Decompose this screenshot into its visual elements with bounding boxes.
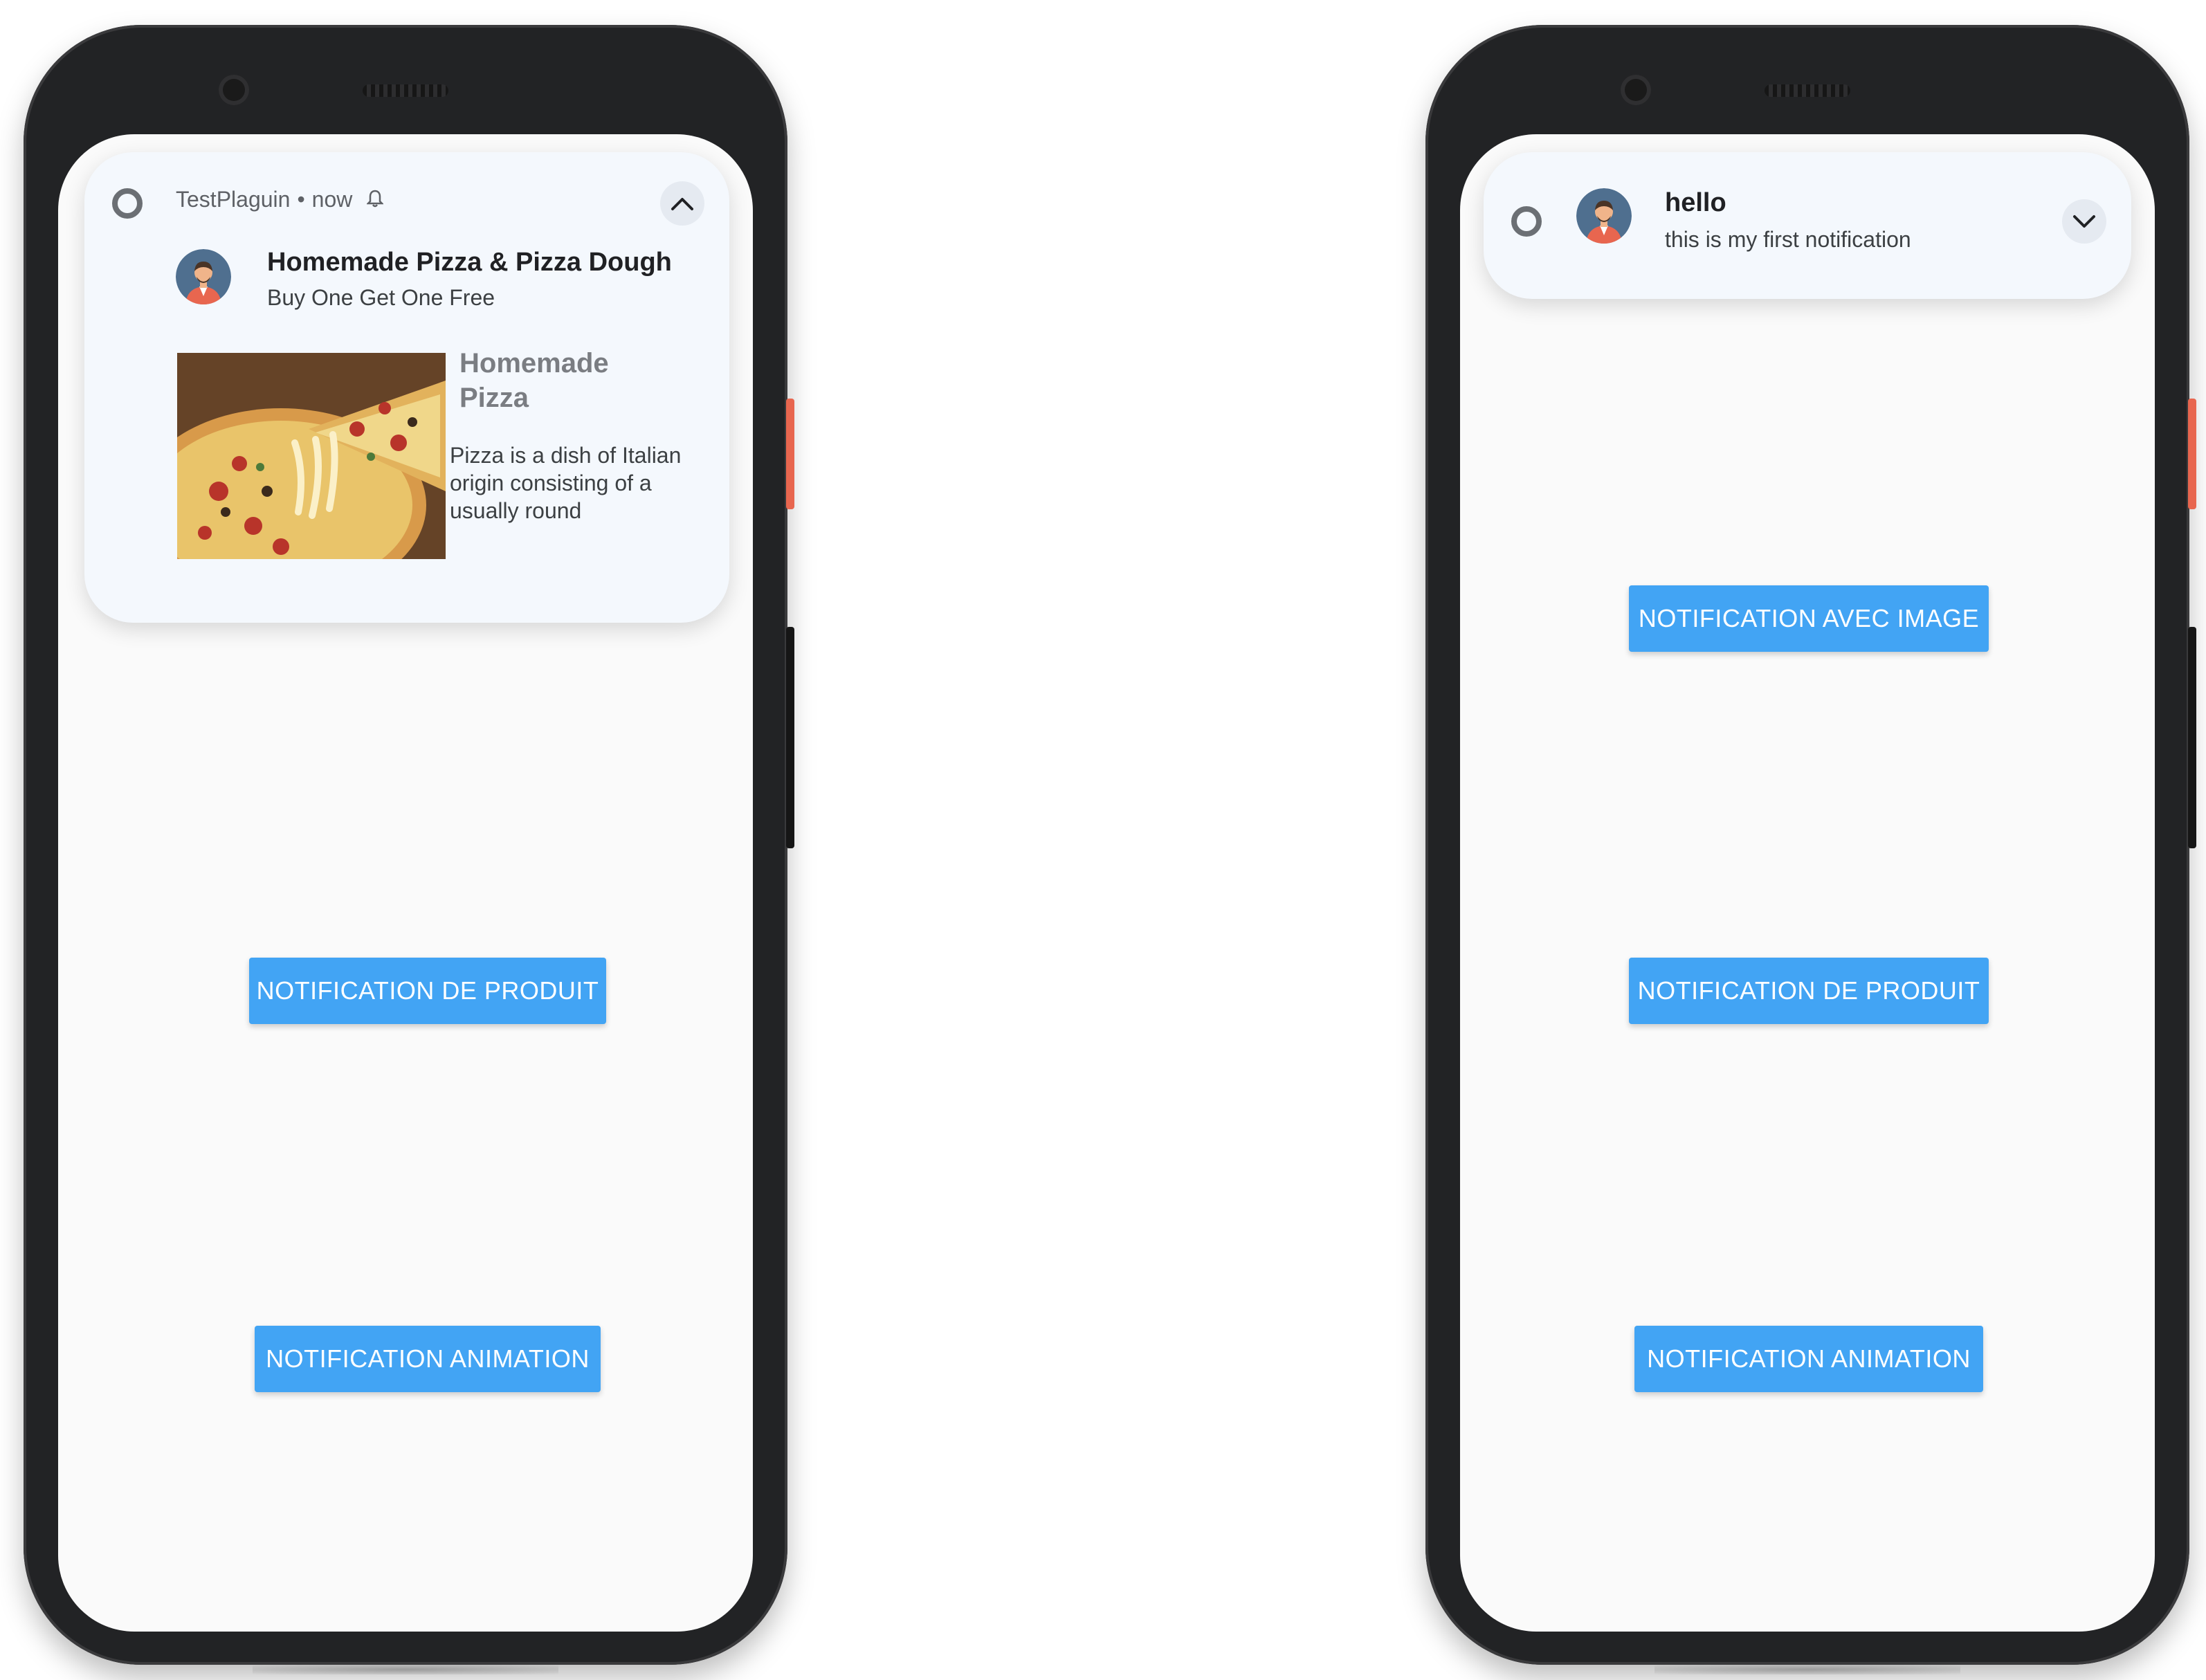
- chevron-down-icon: [2073, 215, 2095, 228]
- camera-icon: [1621, 75, 1651, 105]
- avatar: [176, 249, 231, 304]
- big-picture-text: Pizza is a dish of Italian origin consis…: [450, 443, 682, 523]
- phone-left: NOTIFICATION DE PRODUIT NOTIFICATION ANI…: [24, 25, 794, 1674]
- notification-product-button[interactable]: NOTIFICATION DE PRODUIT: [249, 958, 606, 1024]
- expand-button[interactable]: [2062, 199, 2106, 244]
- notification-subtitle: Buy One Get One Free: [267, 285, 495, 310]
- collapse-button[interactable]: [660, 181, 704, 226]
- app-screen: NOTIFICATION AVEC IMAGE NOTIFICATION DE …: [1460, 134, 2155, 1632]
- app-name: TestPlaguin: [176, 187, 291, 212]
- big-picture-title: Homemade Pizza: [459, 348, 609, 413]
- speaker-grille: [363, 84, 448, 97]
- app-screen: NOTIFICATION DE PRODUIT NOTIFICATION ANI…: [58, 134, 753, 1632]
- bell-icon: [366, 188, 385, 214]
- separator: •: [297, 187, 305, 212]
- status-ring-icon: [112, 188, 143, 219]
- chevron-up-icon: [671, 198, 693, 210]
- notification-subtitle: this is my first notification: [1665, 227, 1911, 252]
- power-button: [2188, 399, 2196, 509]
- camera-icon: [219, 75, 249, 105]
- expanded-notification[interactable]: TestPlaguin • now Homemade Pizza & Pizza…: [84, 152, 729, 623]
- speaker-grille: [1765, 84, 1850, 97]
- phone-right: NOTIFICATION AVEC IMAGE NOTIFICATION DE …: [1425, 25, 2196, 1674]
- notification-product-button[interactable]: NOTIFICATION DE PRODUIT: [1629, 958, 1989, 1024]
- volume-button: [786, 627, 794, 848]
- notification-animation-button[interactable]: NOTIFICATION ANIMATION: [255, 1326, 601, 1392]
- notification-title: hello: [1665, 188, 1726, 217]
- pizza-image: [177, 353, 446, 559]
- avatar: [1576, 188, 1632, 244]
- collapsed-notification[interactable]: hello this is my first notification: [1484, 152, 2131, 299]
- power-button: [786, 399, 794, 509]
- status-ring-icon: [1511, 206, 1542, 237]
- notification-title: Homemade Pizza & Pizza Dough: [267, 248, 672, 277]
- notification-header: TestPlaguin • now: [176, 187, 385, 214]
- notification-animation-button[interactable]: NOTIFICATION ANIMATION: [1634, 1326, 1983, 1392]
- notification-image-button[interactable]: NOTIFICATION AVEC IMAGE: [1629, 585, 1989, 652]
- volume-button: [2188, 627, 2196, 848]
- notification-time: now: [311, 187, 353, 212]
